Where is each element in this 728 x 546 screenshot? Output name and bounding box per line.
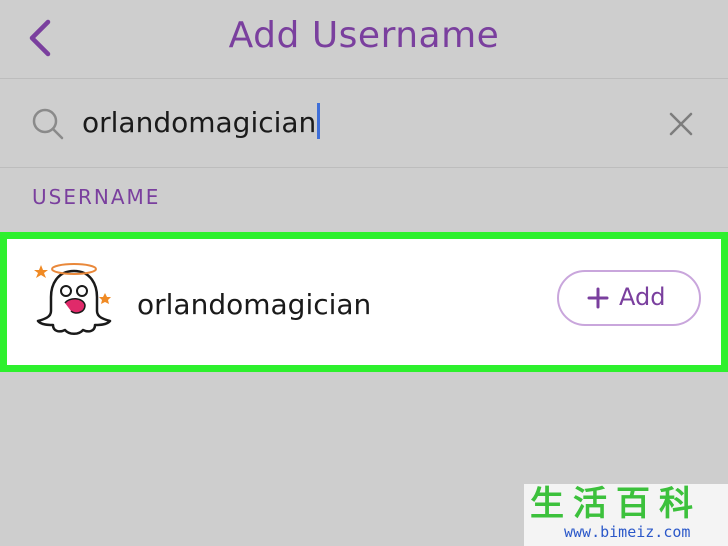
- watermark: 生活百科 www.bimeiz.com: [524, 484, 728, 546]
- section-label: USERNAME: [32, 185, 161, 209]
- watermark-text: 生活百科: [530, 484, 702, 524]
- text-caret: [317, 103, 321, 139]
- search-input[interactable]: orlandomagician: [82, 103, 321, 143]
- result-username: orlandomagician: [137, 288, 372, 321]
- watermark-url: www.bimeiz.com: [564, 523, 691, 541]
- add-button-label: Add: [619, 283, 666, 311]
- search-bar[interactable]: orlandomagician: [0, 79, 728, 168]
- result-row[interactable]: orlandomagician Add: [0, 232, 728, 372]
- close-icon: [669, 112, 693, 136]
- header: Add Username: [0, 0, 728, 79]
- plus-icon: [587, 287, 609, 309]
- clear-search-button[interactable]: [664, 107, 698, 141]
- search-query-text: orlandomagician: [82, 106, 317, 139]
- search-icon: [32, 108, 64, 140]
- add-friend-button[interactable]: Add: [557, 270, 701, 326]
- ghost-avatar-icon: [34, 263, 112, 335]
- page-title: Add Username: [228, 15, 500, 56]
